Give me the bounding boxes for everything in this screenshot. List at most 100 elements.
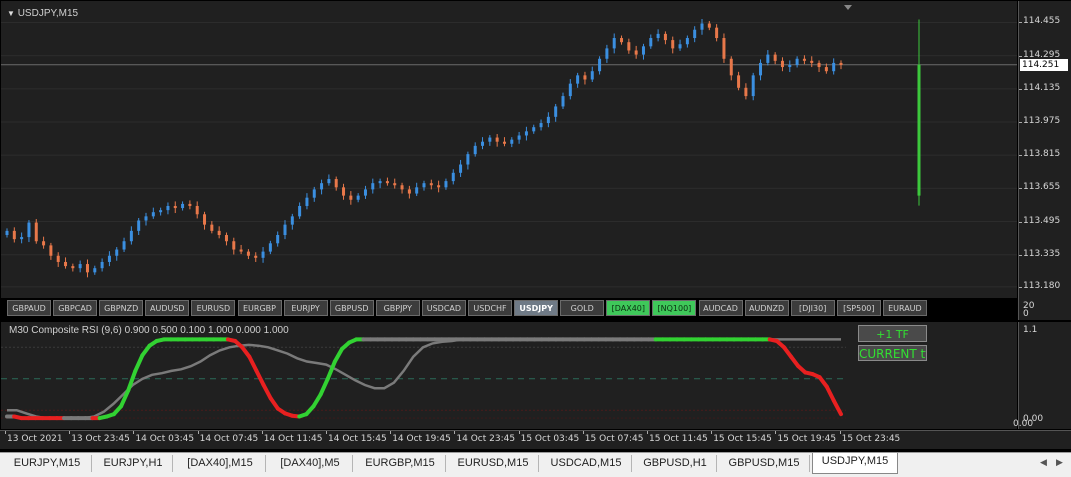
candle-body (598, 58, 602, 72)
symbol-button-nq100[interactable]: [NQ100] (652, 300, 697, 316)
tabs-scroll-right-icon[interactable]: ▶ (1056, 457, 1063, 468)
price-tick-label: 113.335 (1023, 248, 1061, 259)
candle-body (356, 195, 360, 200)
chart-tab-usdjpy-m15[interactable]: USDJPY,M15 (812, 453, 898, 474)
time-tick-mark (133, 431, 135, 434)
symbol-button-gbpnzd[interactable]: GBPNZD (99, 300, 144, 316)
symbol-button-gbpjpy[interactable]: GBPJPY (375, 300, 420, 316)
time-axis[interactable]: 13 Oct 2021 13 Oct 23:45 14 Oct 03:45 14 Oc… (0, 430, 1071, 449)
price-axis[interactable]: 114.251 114.455 114.295 114.135 113.975 113.… (1018, 1, 1071, 298)
symbol-button-eurgbp[interactable]: EURGBP (237, 300, 282, 316)
candle-body (129, 230, 133, 242)
candle-body (451, 172, 455, 182)
candle-body (378, 181, 382, 184)
symbol-button-dji30[interactable]: [DJI30] (790, 300, 835, 316)
symbol-button-audnzd[interactable]: AUDNZD (744, 300, 789, 316)
candle-body (312, 189, 316, 198)
time-tick-mark (775, 431, 777, 434)
price-tick-label: 113.815 (1023, 149, 1061, 160)
symbol-button-audcad[interactable]: AUDCAD (698, 300, 743, 316)
chart-tab-eurusd-m15[interactable]: EURUSD,M15 (448, 455, 539, 472)
chart-tab-eurjpy-m15[interactable]: EURJPY,M15 (3, 455, 92, 472)
candle-body (568, 83, 572, 97)
separator-axis: 20 0 (1018, 298, 1071, 320)
symbol-button-gbpcad[interactable]: GBPCAD (53, 300, 98, 316)
higher-tf-button[interactable]: +1 TF (858, 325, 927, 342)
price-tick-mark (1019, 188, 1022, 190)
time-label: 14 Oct 15:45 (328, 434, 387, 444)
candle-body (254, 255, 258, 258)
candle-body (137, 220, 141, 231)
tabs-scroll-left-icon[interactable]: ◀ (1040, 457, 1047, 468)
time-label: 15 Oct 03:45 (520, 434, 580, 444)
indicator-axis[interactable]: 1.1 0.00 0.00 (1013, 322, 1071, 429)
candle-body (20, 237, 24, 240)
candle-body (488, 137, 492, 142)
candle-body (795, 58, 799, 65)
symbol-button-sp500[interactable]: [SP500] (836, 300, 881, 316)
candle-body (393, 183, 397, 186)
symbol-button-eurusd[interactable]: EURUSD (191, 300, 236, 316)
symbol-button-gold[interactable]: GOLD (560, 300, 605, 316)
chart-tab--dax40--m15[interactable]: [DAX40],M15 (175, 455, 266, 472)
candle-body (780, 60, 784, 68)
current-price-label: 114.251 (1020, 58, 1068, 71)
symbol-button-dax40[interactable]: [DAX40] (606, 300, 651, 316)
chart-tab-usdcad-m15[interactable]: USDCAD,M15 (541, 455, 632, 472)
time-label: 14 Oct 23:45 (456, 434, 516, 444)
candle-body (517, 135, 521, 140)
symbol-button-gbpusd[interactable]: GBPUSD (329, 300, 374, 316)
chart-tab--dax40--m5[interactable]: [DAX40],M5 (268, 455, 353, 472)
time-tick-mark (261, 431, 263, 434)
candle-body (656, 33, 660, 39)
symbol-button-usdcad[interactable]: USDCAD (421, 300, 466, 316)
candle-body (217, 230, 221, 236)
price-chart-canvas (1, 18, 1017, 288)
time-tick-mark (518, 431, 520, 434)
candle-body (27, 222, 31, 238)
time-label: 13 Oct 23:45 (71, 434, 130, 444)
candle-body (144, 216, 148, 221)
symbol-button-usdchf[interactable]: USDCHF (468, 300, 512, 316)
price-tick-label: 113.495 (1023, 215, 1061, 226)
time-label: 15 Oct 11:45 (649, 434, 708, 444)
chart-tab-gbpusd-h1[interactable]: GBPUSD,H1 (634, 455, 717, 472)
indicator-composite-segment (824, 384, 836, 403)
indicator-title: M30 Composite RSI (9,6) 0.900 0.500 0.10… (9, 325, 289, 336)
time-label: 14 Oct 11:45 (263, 434, 323, 444)
chart-shift-marker-icon[interactable] (844, 5, 852, 10)
chart-symbol-title: USDJPY,M15 (17, 8, 79, 19)
symbol-button-eurjpy[interactable]: EURJPY (283, 300, 328, 316)
current-tf-label[interactable]: CURRENT tf (858, 345, 927, 361)
candle-body (159, 210, 163, 213)
indicator-pane[interactable]: M30 Composite RSI (9,6) 0.900 0.500 0.10… (1, 322, 1017, 429)
symbol-button-gbpaud[interactable]: GBPAUD (7, 300, 51, 316)
candle-body (232, 241, 236, 250)
chart-menu-triangle-icon[interactable]: ▼ (7, 9, 15, 18)
indicator-composite-segment (318, 376, 330, 397)
symbol-button-audusd[interactable]: AUDUSD (145, 300, 190, 316)
candle-body (320, 183, 324, 190)
candle-body (78, 264, 82, 269)
candle-body (305, 197, 309, 206)
indicator-tick-bottom-extra: 0.00 (1013, 419, 1034, 429)
symbol-button-euraud[interactable]: EURAUD (882, 300, 927, 316)
candle-body (283, 224, 287, 236)
candle-body (64, 261, 68, 267)
chart-tab-gbpusd-m15[interactable]: GBPUSD,M15 (719, 455, 810, 472)
chart-tab-eurgbp-m15[interactable]: EURGBP,M15 (355, 455, 446, 472)
candle-body (751, 75, 755, 97)
price-tick-mark (1019, 286, 1022, 288)
candle-body (407, 189, 411, 194)
candle-body (429, 183, 433, 186)
candle-body (210, 224, 214, 231)
time-label: 15 Oct 19:45 (777, 434, 837, 444)
chart-tab-eurjpy-h1[interactable]: EURJPY,H1 (94, 455, 173, 472)
candle-body (466, 154, 470, 165)
candle-body (766, 54, 770, 63)
price-tick-mark (1019, 254, 1022, 256)
symbol-button-usdjpy[interactable]: USDJPY (514, 300, 559, 316)
price-chart-pane[interactable]: ▼ USDJPY,M15 (1, 1, 1017, 298)
candle-body (663, 33, 667, 41)
candle-body (612, 38, 616, 49)
